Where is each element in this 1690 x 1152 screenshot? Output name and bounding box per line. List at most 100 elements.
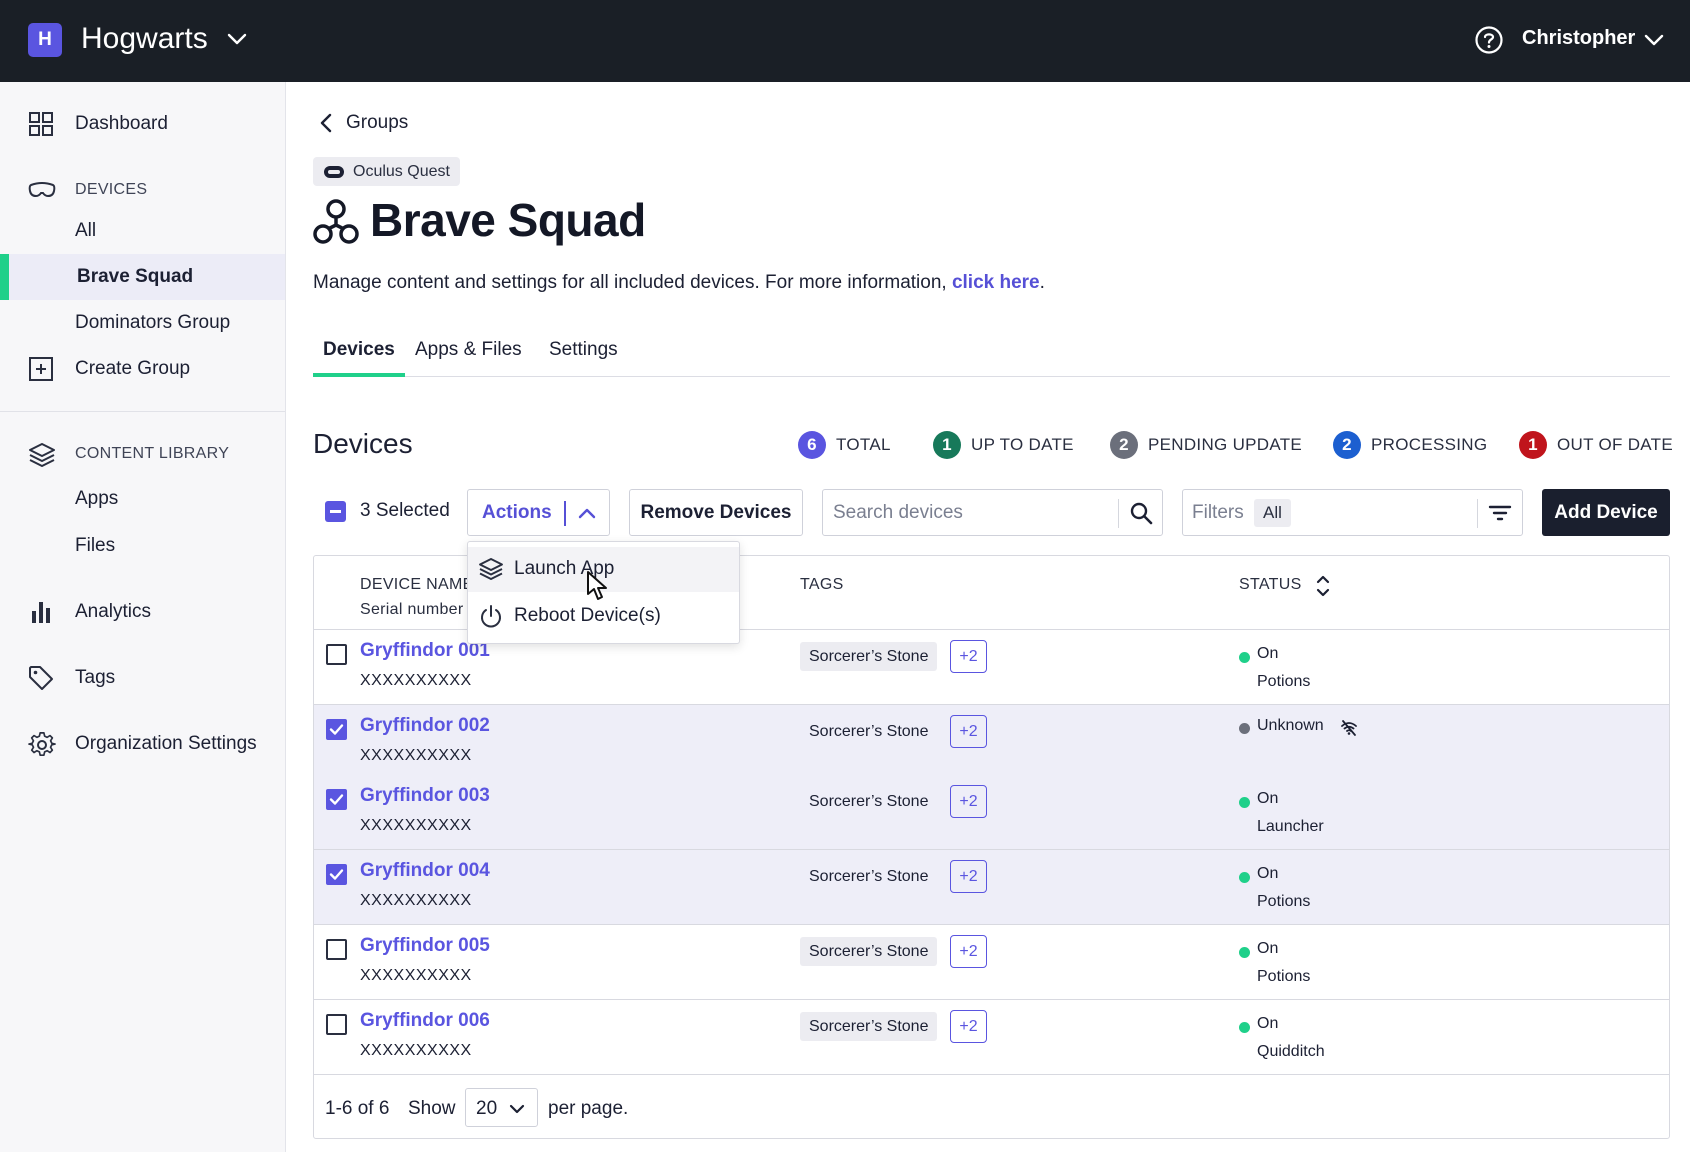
chevron-left-icon <box>320 113 332 133</box>
top-bar: H Hogwarts Christopher <box>0 0 1690 82</box>
sidebar: Dashboard DEVICES All Brave Squad Domina… <box>0 82 286 1152</box>
sidebar-item-label: Organization Settings <box>75 733 257 754</box>
filters-control[interactable]: Filters All <box>1182 489 1523 536</box>
row-checkbox[interactable] <box>326 719 347 740</box>
actions-button[interactable]: Actions <box>467 489 610 536</box>
row-checkbox[interactable] <box>326 1014 347 1035</box>
pagination-per-page-label: per page. <box>548 1098 629 1119</box>
pagination-show-label: Show <box>408 1098 456 1119</box>
stat-pending-update: 2 PENDING UPDATE <box>1110 431 1302 459</box>
user-menu[interactable]: Christopher <box>1522 27 1635 50</box>
stat-count: 6 <box>798 431 826 459</box>
device-name-link[interactable]: Gryffindor 005 <box>360 935 490 957</box>
per-page-select[interactable]: 20 <box>465 1088 538 1127</box>
column-header-device-name[interactable]: DEVICE NAME <box>360 576 474 594</box>
back-to-groups-link[interactable]: Groups <box>318 112 408 134</box>
sidebar-item-brave-squad[interactable]: Brave Squad <box>0 254 285 300</box>
search-icon[interactable] <box>1129 501 1153 525</box>
sidebar-item-organization-settings[interactable]: Organization Settings <box>0 721 285 767</box>
search-input[interactable] <box>833 500 1113 526</box>
stat-label: PROCESSING <box>1371 435 1488 454</box>
column-header-status[interactable]: STATUS <box>1239 576 1302 594</box>
status-dot <box>1239 652 1250 663</box>
sidebar-section-label: DEVICES <box>75 181 148 198</box>
search-divider <box>1118 499 1119 528</box>
more-tags-button[interactable]: +2 <box>950 715 987 748</box>
device-serial: XXXXXXXXXX <box>360 672 472 689</box>
sidebar-item-label: Analytics <box>75 601 152 622</box>
sidebar-item-tags[interactable]: Tags <box>0 655 285 701</box>
status-text: Unknown <box>1257 717 1324 734</box>
sidebar-item-files[interactable]: Files <box>0 523 285 569</box>
sidebar-item-all[interactable]: All <box>0 208 285 254</box>
more-tags-button[interactable]: +2 <box>950 640 987 673</box>
sidebar-item-label: Create Group <box>75 358 191 379</box>
more-tags-button[interactable]: +2 <box>950 935 987 968</box>
sidebar-section-content-library: CONTENT LIBRARY <box>0 434 285 474</box>
device-serial: XXXXXXXXXX <box>360 1042 472 1059</box>
status-app: Potions <box>1257 968 1311 985</box>
group-icon <box>313 199 359 244</box>
wifi-off-icon <box>1341 720 1357 736</box>
tag-chip[interactable]: Sorcerer’s Stone <box>800 787 937 816</box>
sidebar-item-create-group[interactable]: Create Group <box>0 346 285 392</box>
dashboard-icon <box>29 112 53 136</box>
more-tags-button[interactable]: +2 <box>950 785 987 818</box>
org-name[interactable]: Hogwarts <box>81 22 208 56</box>
row-checkbox[interactable] <box>326 939 347 960</box>
sidebar-item-analytics[interactable]: Analytics <box>0 589 285 635</box>
stat-label: TOTAL <box>836 435 891 454</box>
row-checkbox[interactable] <box>326 789 347 810</box>
devices-section-title: Devices <box>313 428 413 459</box>
remove-devices-button[interactable]: Remove Devices <box>629 489 803 536</box>
checkmark-icon <box>329 794 344 805</box>
stat-label: UP TO DATE <box>971 435 1074 454</box>
org-avatar[interactable]: H <box>28 23 62 57</box>
stat-processing: 2 PROCESSING <box>1333 431 1487 459</box>
stat-up-to-date: 1 UP TO DATE <box>933 431 1074 459</box>
tag-chip[interactable]: Sorcerer’s Stone <box>800 862 937 891</box>
row-checkbox[interactable] <box>326 644 347 665</box>
chevron-down-icon[interactable] <box>1643 29 1665 51</box>
tab-bar: Devices Apps & Files Settings <box>313 333 1670 377</box>
tab-devices[interactable]: Devices <box>313 333 405 377</box>
device-serial: XXXXXXXXXX <box>360 747 472 764</box>
pagination: 1-6 of 6 Show 20 per page. <box>314 1081 1669 1138</box>
more-tags-button[interactable]: +2 <box>950 860 987 893</box>
more-tags-button[interactable]: +2 <box>950 1010 987 1043</box>
status-dot <box>1239 797 1250 808</box>
chevron-down-icon <box>509 1104 525 1114</box>
filter-icon[interactable] <box>1488 502 1512 524</box>
tab-apps-files[interactable]: Apps & Files <box>405 333 532 377</box>
analytics-icon <box>32 602 50 623</box>
help-icon[interactable] <box>1474 25 1504 55</box>
tag-chip[interactable]: Sorcerer’s Stone <box>800 937 938 966</box>
table-row: Gryffindor 005 XXXXXXXXXX Sorcerer’s Sto… <box>314 925 1669 1000</box>
stat-count: 2 <box>1333 431 1361 459</box>
sidebar-item-dominators-group[interactable]: Dominators Group <box>0 300 285 346</box>
sidebar-section-devices: DEVICES <box>0 170 285 210</box>
status-dot <box>1239 872 1250 883</box>
more-info-link[interactable]: click here <box>952 272 1040 293</box>
device-name-link[interactable]: Gryffindor 002 <box>360 715 490 737</box>
sidebar-item-dashboard[interactable]: Dashboard <box>0 101 285 147</box>
tab-settings[interactable]: Settings <box>539 333 628 377</box>
chevron-down-icon[interactable] <box>226 28 248 50</box>
row-checkbox[interactable] <box>326 864 347 885</box>
tag-chip[interactable]: Sorcerer’s Stone <box>800 1012 938 1041</box>
select-all-checkbox[interactable] <box>325 501 346 522</box>
device-name-link[interactable]: Gryffindor 006 <box>360 1010 490 1032</box>
status-dot <box>1239 947 1250 958</box>
filter-value-chip[interactable]: All <box>1254 499 1291 527</box>
status-app: Quidditch <box>1257 1043 1325 1060</box>
stat-label: OUT OF DATE <box>1557 435 1674 454</box>
sort-icon[interactable] <box>1315 573 1331 599</box>
tag-chip[interactable]: Sorcerer’s Stone <box>800 717 937 746</box>
device-serial: XXXXXXXXXX <box>360 817 472 834</box>
add-device-button[interactable]: Add Device <box>1542 489 1670 536</box>
device-name-link[interactable]: Gryffindor 004 <box>360 860 490 882</box>
tag-chip[interactable]: Sorcerer’s Stone <box>800 642 938 671</box>
device-name-link[interactable]: Gryffindor 003 <box>360 785 490 807</box>
sidebar-item-apps[interactable]: Apps <box>0 476 285 522</box>
chevron-up-icon[interactable] <box>577 503 597 523</box>
